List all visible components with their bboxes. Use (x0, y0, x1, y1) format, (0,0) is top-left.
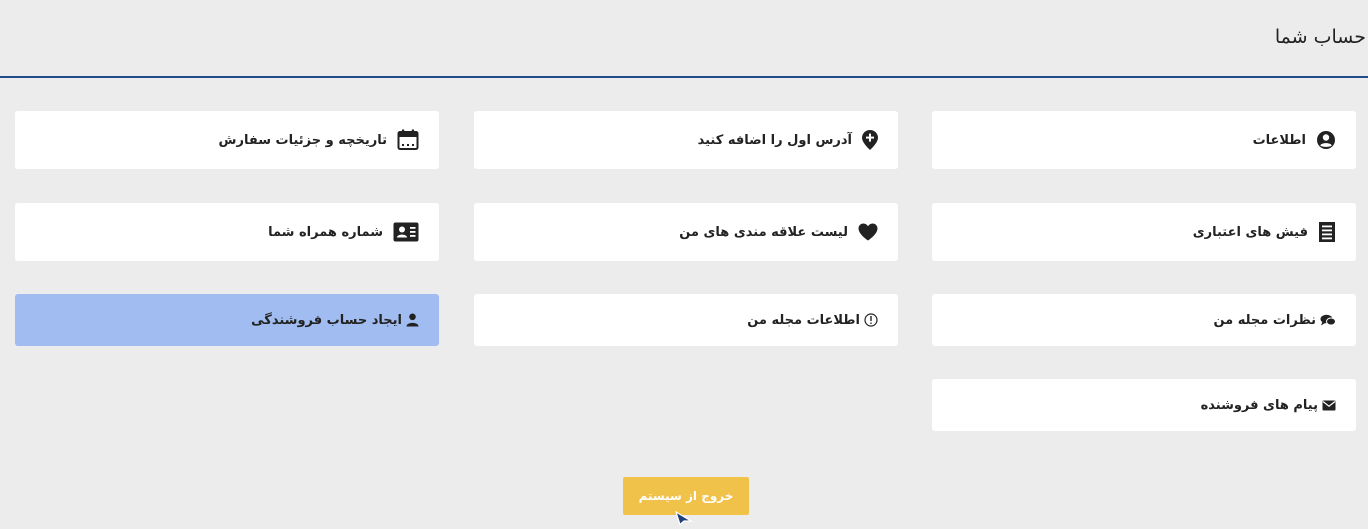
card-magazine-info[interactable]: اطلاعات مجله من (474, 294, 898, 346)
card-label: اطلاعات مجله من (747, 312, 860, 328)
card-label: اطلاعات (1252, 132, 1306, 148)
card-label: شماره همراه شما (268, 224, 383, 240)
info-circle-icon (864, 313, 878, 327)
card-credit-slips[interactable]: فیش های اعتباری (932, 203, 1356, 261)
mouse-cursor-icon (674, 510, 694, 529)
card-account-info[interactable]: اطلاعات (932, 111, 1356, 169)
card-add-address[interactable]: آدرس اول را اضافه کنید (474, 111, 898, 169)
card-label: پیام های فروشنده (1200, 397, 1318, 413)
card-create-seller-account[interactable]: ایجاد حساب فروشندگی (15, 294, 439, 346)
card-wishlist[interactable]: لیست علاقه مندی های من (474, 203, 898, 261)
page-header: حساب شما (0, 0, 1368, 78)
card-label: آدرس اول را اضافه کنید (697, 132, 852, 148)
card-label: تاریخچه و جزئیات سفارش (218, 132, 387, 148)
card-label: لیست علاقه مندی های من (679, 224, 848, 240)
page-title: حساب شما (1274, 26, 1366, 48)
heart-icon (858, 223, 878, 241)
card-magazine-comments[interactable]: نظرات مجله من (932, 294, 1356, 346)
card-phone-number[interactable]: شماره همراه شما (15, 203, 439, 261)
receipt-icon (1318, 221, 1336, 243)
contact-card-icon (393, 222, 419, 242)
calendar-icon (397, 129, 419, 151)
user-icon (406, 313, 419, 327)
comments-icon (1320, 314, 1336, 327)
user-circle-icon (1316, 130, 1336, 150)
map-marker-plus-icon (862, 130, 878, 150)
card-order-history[interactable]: تاریخچه و جزئیات سفارش (15, 111, 439, 169)
card-label: ایجاد حساب فروشندگی (251, 312, 402, 328)
card-seller-messages[interactable]: پیام های فروشنده (932, 379, 1356, 431)
card-label: فیش های اعتباری (1192, 224, 1308, 240)
card-label: نظرات مجله من (1213, 312, 1316, 328)
envelope-icon (1322, 400, 1336, 411)
